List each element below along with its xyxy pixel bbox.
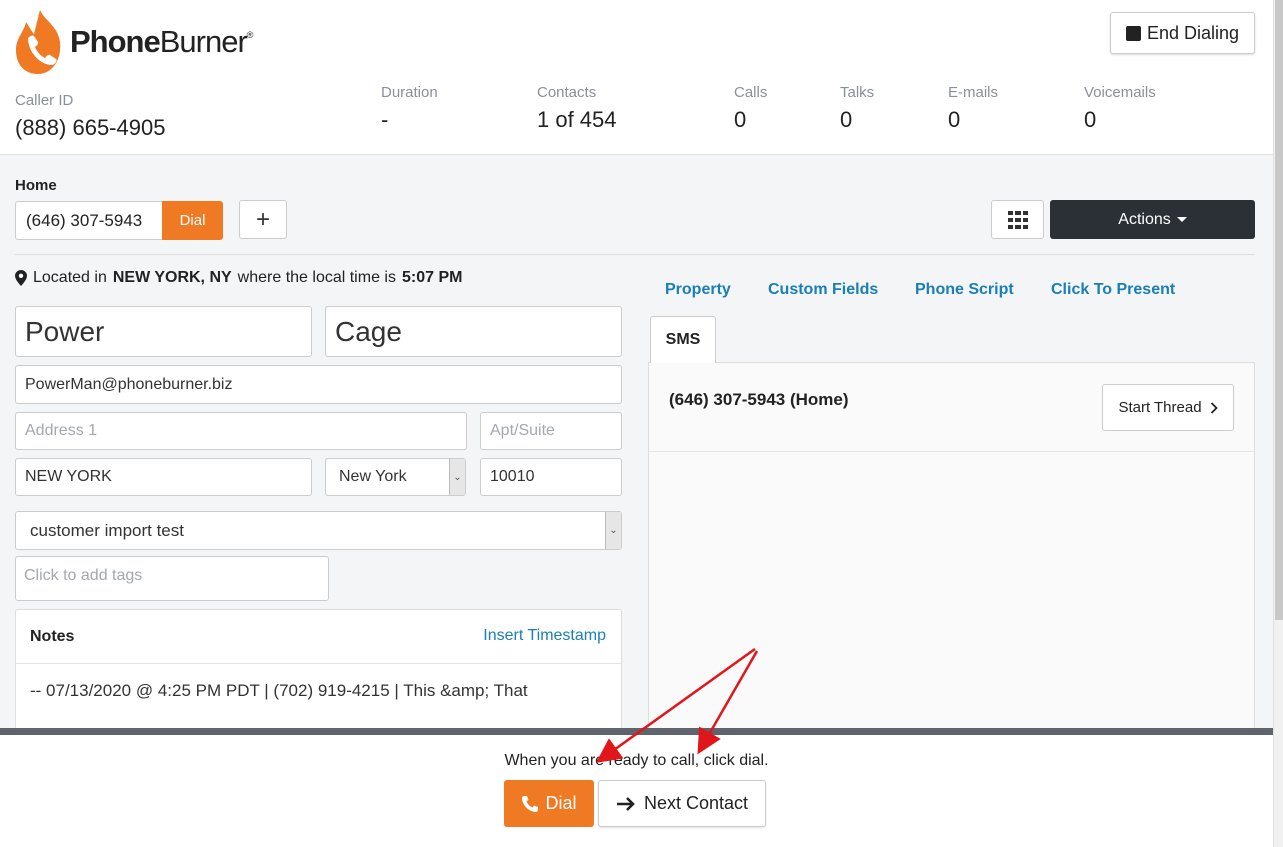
divider xyxy=(16,663,621,664)
last-name-field[interactable]: Cage xyxy=(325,306,622,357)
notes-panel: Notes Insert Timestamp -- 07/13/2020 @ 4… xyxy=(15,609,622,739)
stat-voicemails: Voicemails 0 xyxy=(1084,84,1156,132)
city-field[interactable]: NEW YORK xyxy=(15,458,312,496)
caret-down-icon xyxy=(1176,217,1187,222)
dial-prompt-message: When you are ready to call, click dial. xyxy=(504,752,769,769)
notes-text[interactable]: -- 07/13/2020 @ 4:25 PM PDT | (702) 919-… xyxy=(30,681,528,701)
caller-id-label: Caller ID xyxy=(15,92,74,109)
tab-click-to-present[interactable]: Click To Present xyxy=(1051,281,1175,299)
arrow-right-icon xyxy=(616,796,635,811)
next-contact-button[interactable]: Next Contact xyxy=(598,780,766,827)
location-info: Located in NEW YORK, NY where the local … xyxy=(15,269,462,287)
dial-button[interactable]: Dial xyxy=(504,780,594,827)
phone-icon xyxy=(522,795,539,812)
scrollbar-thumb[interactable] xyxy=(1275,0,1283,620)
logo: PhoneBurner® xyxy=(14,8,253,76)
end-dialing-button[interactable]: End Dialing xyxy=(1110,12,1255,54)
add-phone-button[interactable]: + xyxy=(239,200,287,239)
stat-calls: Calls 0 xyxy=(734,84,768,132)
sms-phone-number: (646) 307-5943 (Home) xyxy=(669,390,849,409)
chevron-down-icon: ⌄ xyxy=(605,512,621,549)
actions-dropdown[interactable]: Actions xyxy=(1050,200,1255,239)
stat-duration: Duration - xyxy=(381,84,438,132)
notes-title: Notes xyxy=(30,628,75,645)
first-name-field[interactable]: Power xyxy=(15,306,312,357)
flame-phone-icon xyxy=(16,10,61,74)
state-select[interactable]: New York ⌄ xyxy=(325,458,466,496)
sms-panel: (646) 307-5943 (Home) Start Thread xyxy=(648,362,1255,742)
tab-phone-script[interactable]: Phone Script xyxy=(915,281,1014,299)
stat-talks: Talks 0 xyxy=(840,84,875,132)
phone-type-label: Home xyxy=(15,177,57,194)
folder-select[interactable]: customer import test ⌄ xyxy=(15,511,622,550)
caller-id-value: (888) 665-4905 xyxy=(15,115,166,140)
email-field[interactable]: PowerMan@phoneburner.biz xyxy=(15,365,622,404)
logo-text: PhoneBurner® xyxy=(70,24,253,59)
chevron-right-icon xyxy=(1210,401,1218,414)
dial-prompt-bar: When you are ready to call, click dial. … xyxy=(0,728,1273,847)
divider xyxy=(15,254,1255,255)
address1-field[interactable]: Address 1 xyxy=(15,412,467,450)
apt-suite-field[interactable]: Apt/Suite xyxy=(480,412,622,450)
tab-sms[interactable]: SMS xyxy=(650,316,716,363)
start-thread-button[interactable]: Start Thread xyxy=(1102,384,1234,431)
tags-input[interactable]: Click to add tags xyxy=(15,556,329,601)
stat-contacts: Contacts 1 of 454 xyxy=(537,84,617,132)
sms-thread-header: (646) 307-5943 (Home) Start Thread xyxy=(649,363,1254,452)
zip-field[interactable]: 10010 xyxy=(480,458,622,496)
tab-property[interactable]: Property xyxy=(665,281,731,299)
grid-menu-button[interactable] xyxy=(991,200,1044,239)
header: PhoneBurner® Caller ID (888) 665-4905 Du… xyxy=(0,0,1273,155)
insert-timestamp-link[interactable]: Insert Timestamp xyxy=(483,627,606,645)
tab-custom-fields[interactable]: Custom Fields xyxy=(768,281,878,299)
caller-id: Caller ID (888) 665-4905 xyxy=(15,92,165,141)
stat-emails: E-mails 0 xyxy=(948,84,999,132)
phone-number-field[interactable]: (646) 307-5943 xyxy=(15,201,162,240)
map-pin-icon xyxy=(15,270,27,286)
stop-icon xyxy=(1125,25,1141,41)
chevron-down-icon: ⌄ xyxy=(449,459,465,495)
page-scrollbar[interactable] xyxy=(1273,0,1283,847)
grid-icon xyxy=(1007,210,1028,229)
phone-dial-button[interactable]: Dial xyxy=(162,201,223,240)
